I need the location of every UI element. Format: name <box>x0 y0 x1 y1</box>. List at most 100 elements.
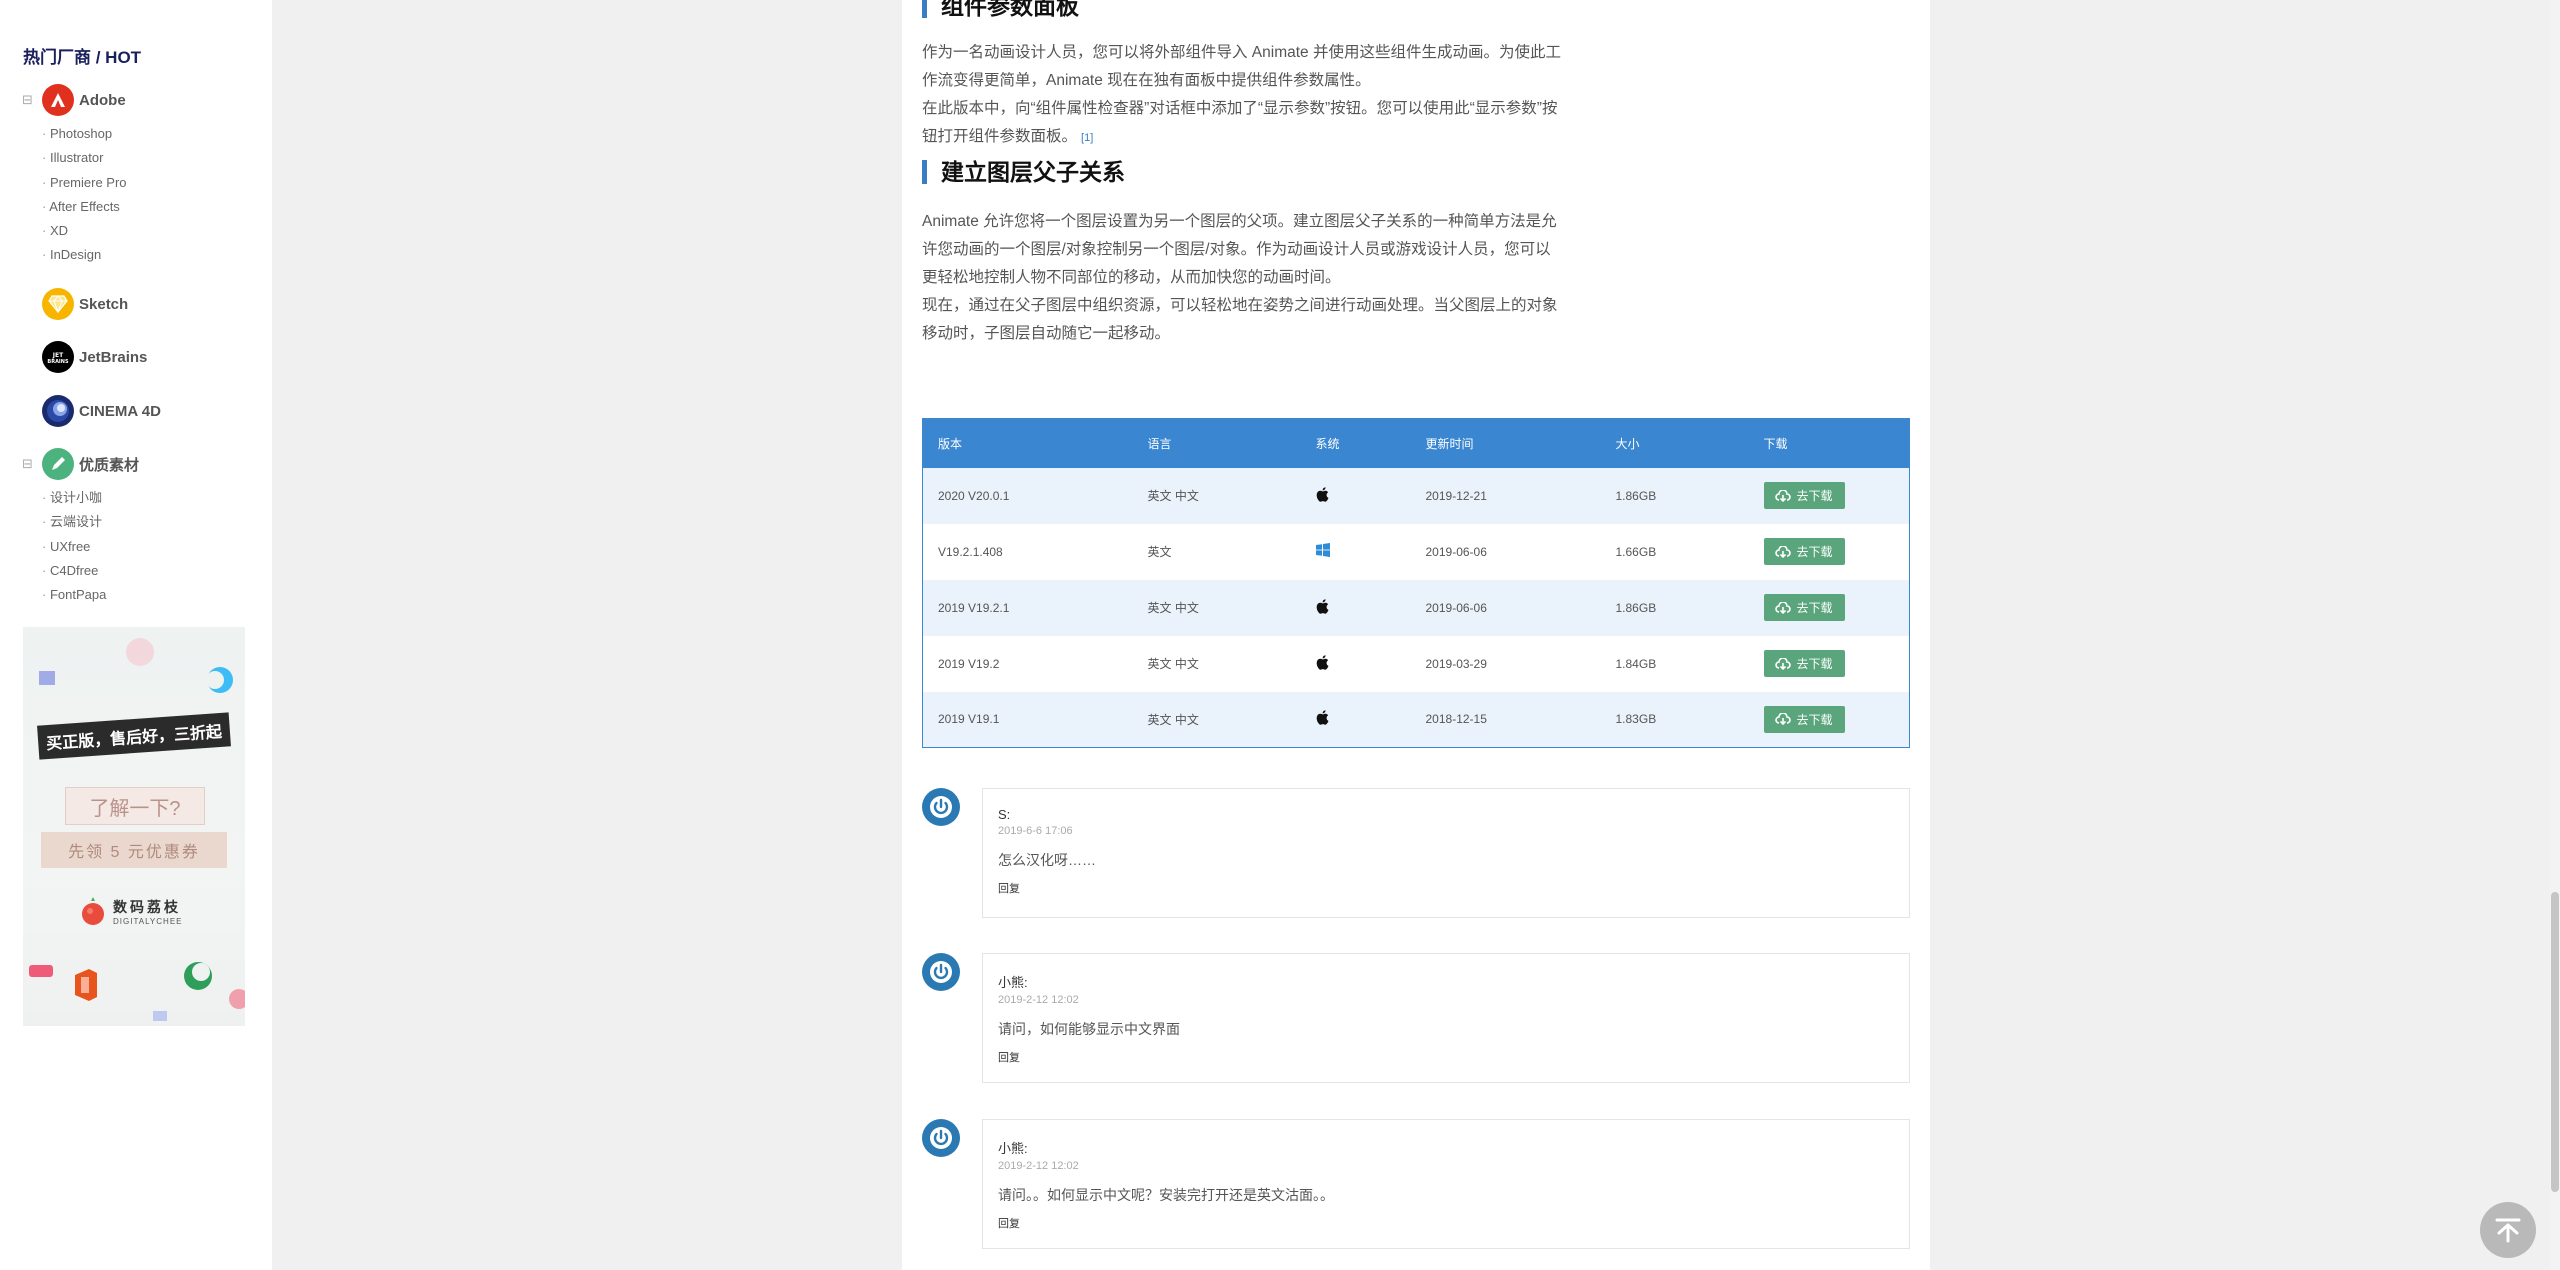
vendor-assets[interactable]: ⊟ 优质素材 <box>22 448 139 480</box>
ad-coupon-button[interactable]: 先领 5 元优惠券 <box>41 832 227 868</box>
app-icon-decoration <box>126 638 154 666</box>
sidebar-item-premiere-pro[interactable]: Premiere Pro <box>42 171 127 195</box>
comment-text: 请问。。如何显示中文呢？安装完打开还是英文沽面。。 <box>998 1187 1334 1203</box>
app-icon-decoration <box>184 962 212 990</box>
cell-size: 1.86GB <box>1600 579 1749 636</box>
cell-date: 2019-12-21 <box>1410 467 1601 524</box>
section-heading-layer-parenting: 建立图层父子关系 <box>922 160 1125 184</box>
sidebar-item-design-cafe[interactable]: 设计小咖 <box>42 486 106 510</box>
cell-date: 2019-06-06 <box>1410 579 1601 636</box>
sidebar-item-uxfree[interactable]: UXfree <box>42 535 106 559</box>
sidebar-item-indesign[interactable]: InDesign <box>42 243 127 267</box>
comment-time: 2019-6-6 17:06 <box>998 825 1073 837</box>
table-row: 2020 V20.0.1 英文 中文 2019-12-21 1.86GB 去下载 <box>922 467 1910 524</box>
app-icon-decoration <box>39 671 55 685</box>
vendor-adobe[interactable]: ⊟ Adobe <box>22 84 126 116</box>
sidebar-item-after-effects[interactable]: After Effects <box>42 195 127 219</box>
download-button[interactable]: 去下载 <box>1763 482 1845 509</box>
cinema4d-logo-icon <box>42 395 74 427</box>
paragraph-line: 更轻松地控制人物不同部位的移动，从而加快您的动画时间。 <box>922 269 1341 286</box>
scrollbar-thumb[interactable] <box>2551 892 2559 1192</box>
download-button[interactable]: 去下载 <box>1763 650 1845 677</box>
cell-os <box>1300 523 1411 580</box>
svg-text:JET: JET <box>52 352 64 359</box>
vendor-jetbrains[interactable]: ⊟ JETBRAINS JetBrains <box>22 341 147 373</box>
sidebar: 热门厂商 / HOT ⊟ Adobe Photoshop Illustrator… <box>0 0 272 1270</box>
app-icon-decoration <box>206 667 233 693</box>
apple-icon <box>1316 486 1328 502</box>
sidebar-item-illustrator[interactable]: Illustrator <box>42 146 127 170</box>
paragraph-line: 在此版本中，向“组件属性检查器”对话框中添加了“显示参数”按钮。您可以使用此“显… <box>922 100 1558 117</box>
cell-download: 去下载 <box>1748 691 1910 748</box>
adobe-sublist: Photoshop Illustrator Premiere Pro After… <box>42 122 127 268</box>
cloud-download-icon <box>1775 489 1792 502</box>
avatar <box>922 953 960 991</box>
vendor-name: Adobe <box>79 91 126 109</box>
collapse-icon[interactable]: ⊟ <box>22 457 36 471</box>
download-button[interactable]: 去下载 <box>1763 594 1845 621</box>
comment-author: 小熊: <box>998 975 1028 990</box>
column-header-download: 下载 <box>1748 418 1910 468</box>
sidebar-item-photoshop[interactable]: Photoshop <box>42 122 127 146</box>
cell-os <box>1300 467 1411 524</box>
lychee-icon <box>82 897 104 925</box>
reply-link[interactable]: 回复 <box>998 880 1894 896</box>
cell-version: 2019 V19.2 <box>922 635 1133 692</box>
comment-body: S: 2019-6-6 17:06 怎么汉化呀…… 回复 <box>982 788 1910 918</box>
comment-text: 请问，如何能够显示中文界面 <box>998 1021 1180 1037</box>
vendor-name: 优质素材 <box>79 456 140 474</box>
power-icon <box>930 961 952 983</box>
vendor-cinema4d[interactable]: ⊟ CINEMA 4D <box>22 395 161 427</box>
vendor-name: Sketch <box>79 295 129 313</box>
comment-time: 2019-2-12 12:02 <box>998 994 1079 1006</box>
vendor-sketch[interactable]: ⊟ Sketch <box>22 288 128 320</box>
table-row: 2019 V19.2.1 英文 中文 2019-06-06 1.86GB 去下载 <box>922 579 1910 636</box>
sidebar-item-xd[interactable]: XD <box>42 219 127 243</box>
avatar <box>922 788 960 826</box>
download-table: 版本 语言 系统 更新时间 大小 下载 2020 V20.0.1 英文 中文 2… <box>922 418 1910 748</box>
sidebar-item-fontpapa[interactable]: FontPapa <box>42 583 106 607</box>
vendor-name: JetBrains <box>79 348 148 366</box>
download-button[interactable]: 去下载 <box>1763 705 1845 733</box>
comment-body: 小熊: 2019-2-12 12:02 请问，如何能够显示中文界面 回复 <box>982 953 1910 1083</box>
sidebar-item-c4dfree[interactable]: C4Dfree <box>42 559 106 583</box>
page-scrollbar[interactable] <box>2550 0 2560 1270</box>
comment-author: S: <box>998 807 1011 822</box>
app-icon-decoration <box>29 965 53 977</box>
cell-version: 2019 V19.2.1 <box>922 579 1133 636</box>
download-button[interactable]: 去下载 <box>1763 538 1845 565</box>
paragraph-line: 现在，通过在父子图层中组织资源，可以轻松地在姿势之间进行动画处理。当父图层上的对… <box>922 297 1558 314</box>
windows-icon <box>1315 543 1330 557</box>
ad-banner[interactable]: 买正版，售后好，三折起 了解一下? 先领 5 元优惠券 数码荔枝 DIGITAL… <box>23 627 245 1026</box>
svg-text:BRAINS: BRAINS <box>47 359 69 365</box>
sidebar-item-cloud-design[interactable]: 云端设计 <box>42 510 106 534</box>
cell-size: 1.83GB <box>1600 691 1749 748</box>
cell-language: 英文 中文 <box>1132 635 1301 692</box>
paragraph-line: 钮打开组件参数面板。 [1] <box>922 128 1094 145</box>
collapse-icon[interactable]: ⊟ <box>22 93 36 107</box>
cloud-download-icon <box>1775 601 1792 614</box>
ad-brand-name: 数码荔枝 <box>113 898 181 915</box>
comment-author: 小熊: <box>998 1141 1028 1156</box>
ad-learn-more[interactable]: 了解一下? <box>65 787 205 825</box>
cell-os <box>1300 635 1411 692</box>
cell-download: 去下载 <box>1748 635 1910 692</box>
cell-download: 去下载 <box>1748 523 1910 580</box>
reply-link[interactable]: 回复 <box>998 1049 1894 1065</box>
citation-link[interactable]: [1] <box>1081 132 1093 144</box>
column-header-updated: 更新时间 <box>1410 418 1601 468</box>
cell-version: 2019 V19.1 <box>922 691 1133 748</box>
table-header-row: 版本 语言 系统 更新时间 大小 下载 <box>922 418 1910 468</box>
cell-language: 英文 <box>1132 523 1301 580</box>
cell-date: 2018-12-15 <box>1410 691 1601 748</box>
reply-link[interactable]: 回复 <box>998 1215 1894 1231</box>
sidebar-title: 热门厂商 / HOT <box>23 48 142 67</box>
apple-icon <box>1316 710 1328 725</box>
section-text-component-params: 作为一名动画设计人员，您可以将外部组件导入 Animate 并使用这些组件生成动… <box>922 39 1594 152</box>
main-content: 组件参数面板 作为一名动画设计人员，您可以将外部组件导入 Animate 并使用… <box>902 0 1930 1270</box>
table-row: 2019 V19.2 英文 中文 2019-03-29 1.84GB 去下载 <box>922 635 1910 692</box>
cell-size: 1.84GB <box>1600 635 1749 692</box>
paragraph-line: 作为一名动画设计人员，您可以将外部组件导入 Animate 并使用这些组件生成动… <box>922 44 1561 61</box>
back-to-top-button[interactable] <box>2480 1202 2536 1258</box>
ad-brand-logo: 数码荔枝 DIGITALYCHEE <box>81 895 183 927</box>
